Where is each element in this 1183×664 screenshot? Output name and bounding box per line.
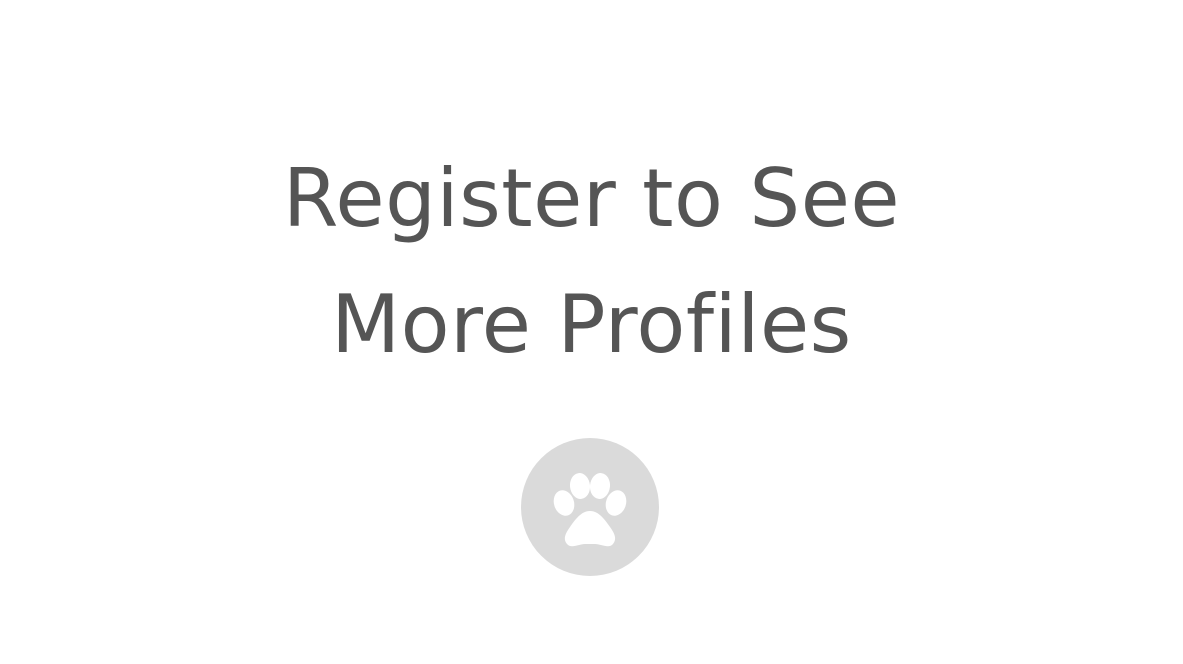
register-prompt: Register to See More Profiles [0,0,1183,664]
headline-line-1: Register to See [282,152,901,245]
register-headline: Register to See More Profiles [0,136,1183,388]
paw-icon [553,473,627,547]
headline-line-2: More Profiles [331,278,852,371]
paw-button[interactable] [521,438,659,576]
